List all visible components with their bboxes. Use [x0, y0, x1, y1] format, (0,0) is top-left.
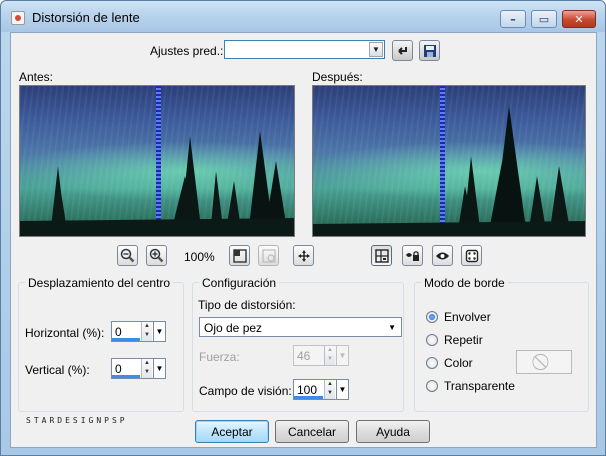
- dialog-client-area: Ajustes pred.: ▼ Antes: Después: 100% De…: [10, 32, 597, 448]
- vertical-value: 0: [115, 362, 122, 376]
- strength-value: 46: [297, 349, 311, 363]
- zoom-level: 100%: [184, 250, 215, 264]
- lock-icon[interactable]: [402, 245, 423, 266]
- eye-icon[interactable]: [432, 245, 453, 266]
- minimize-button[interactable]: –: [500, 10, 526, 28]
- field-of-view-spinbox[interactable]: 100 ▲ ▼ ▼: [293, 379, 349, 400]
- split-view-icon[interactable]: [371, 245, 392, 266]
- chevron-down-icon[interactable]: ▼: [153, 359, 165, 378]
- vertical-label: Vertical (%):: [25, 363, 90, 377]
- edge-option-transparent[interactable]: Transparente: [426, 379, 515, 393]
- settings-group: Configuración Tipo de distorsión: Ojo de…: [192, 276, 404, 412]
- window-title: Distorsión de lente: [32, 10, 140, 25]
- maximize-button[interactable]: ▭: [531, 10, 557, 28]
- edge-mode-title: Modo de borde: [421, 276, 508, 290]
- transparent-label: Transparente: [444, 379, 515, 393]
- presets-label: Ajustes pred.:: [150, 44, 224, 58]
- distortion-type-select[interactable]: Ojo de pez ▼: [199, 317, 402, 337]
- watermark: STARDESIGNPSP: [26, 416, 128, 425]
- chevron-down-icon[interactable]: ▼: [153, 322, 165, 341]
- edge-mode-group: Modo de borde Envolver Repetir Color Tra…: [414, 276, 589, 412]
- navigate-icon[interactable]: [258, 245, 279, 266]
- distortion-type-value: Ojo de pez: [204, 321, 263, 335]
- ok-button[interactable]: Aceptar: [195, 420, 269, 443]
- field-of-view-value: 100: [297, 383, 318, 397]
- settings-title: Configuración: [199, 276, 280, 290]
- radio-color[interactable]: [426, 357, 438, 369]
- lens-distortion-dialog: Distorsión de lente – ▭ ✕ Ajustes pred.:…: [0, 0, 606, 456]
- edge-option-repeat[interactable]: Repetir: [426, 333, 483, 347]
- wrap-label: Envolver: [444, 310, 491, 324]
- edge-option-wrap[interactable]: Envolver: [426, 310, 491, 324]
- radio-transparent[interactable]: [426, 380, 438, 392]
- presets-dropdown[interactable]: ▼: [224, 40, 385, 59]
- before-preview[interactable]: [19, 85, 295, 237]
- horizontal-label: Horizontal (%):: [25, 326, 105, 340]
- field-of-view-label: Campo de visión:: [199, 384, 292, 398]
- zoom-in-icon[interactable]: [146, 245, 167, 266]
- zoom-out-icon[interactable]: [117, 245, 138, 266]
- after-label: Después:: [312, 70, 363, 84]
- repeat-label: Repetir: [444, 333, 483, 347]
- spin-arrows-icon[interactable]: ▲ ▼: [324, 346, 335, 365]
- title-bar[interactable]: Distorsión de lente – ▭ ✕: [1, 1, 605, 32]
- value-bar: [112, 375, 140, 378]
- value-bar: [112, 338, 140, 341]
- cancel-button[interactable]: Cancelar: [275, 420, 349, 443]
- before-label: Antes:: [19, 70, 54, 84]
- chevron-down-icon: ▼: [388, 323, 396, 332]
- edge-option-color[interactable]: Color: [426, 356, 473, 370]
- value-bar: [294, 396, 323, 399]
- randomize-icon[interactable]: [461, 245, 482, 266]
- close-button[interactable]: ✕: [562, 10, 596, 28]
- fit-to-window-icon[interactable]: [229, 245, 250, 266]
- save-icon[interactable]: [419, 40, 440, 61]
- strength-label: Fuerza:: [199, 350, 240, 364]
- chevron-down-icon[interactable]: ▼: [336, 346, 348, 365]
- spin-arrows-icon[interactable]: ▲ ▼: [324, 380, 335, 399]
- reset-icon[interactable]: [392, 40, 413, 61]
- radio-wrap[interactable]: [426, 311, 438, 323]
- spin-arrows-icon[interactable]: ▲ ▼: [141, 359, 152, 378]
- after-preview[interactable]: [312, 85, 586, 237]
- horizontal-value: 0: [115, 325, 122, 339]
- spin-arrows-icon[interactable]: ▲ ▼: [141, 322, 152, 341]
- chevron-down-icon[interactable]: ▼: [336, 380, 348, 399]
- distortion-type-label: Tipo de distorsión:: [198, 298, 296, 312]
- chevron-down-icon[interactable]: ▼: [369, 42, 383, 57]
- help-button[interactable]: Ayuda: [356, 420, 430, 443]
- move-icon[interactable]: [293, 245, 314, 266]
- tree-silhouettes: [313, 106, 585, 236]
- center-offset-title: Desplazamiento del centro: [25, 276, 174, 290]
- center-offset-group: Desplazamiento del centro Horizontal (%)…: [18, 276, 184, 412]
- horizontal-spinbox[interactable]: 0 ▲ ▼ ▼: [111, 321, 166, 342]
- edge-color-swatch[interactable]: ⃠: [516, 350, 572, 374]
- color-label: Color: [444, 356, 473, 370]
- app-icon: [11, 11, 25, 25]
- tree-silhouettes: [20, 131, 294, 236]
- strength-spinbox[interactable]: 46 ▲ ▼ ▼: [293, 345, 349, 366]
- vertical-spinbox[interactable]: 0 ▲ ▼ ▼: [111, 358, 166, 379]
- radio-repeat[interactable]: [426, 334, 438, 346]
